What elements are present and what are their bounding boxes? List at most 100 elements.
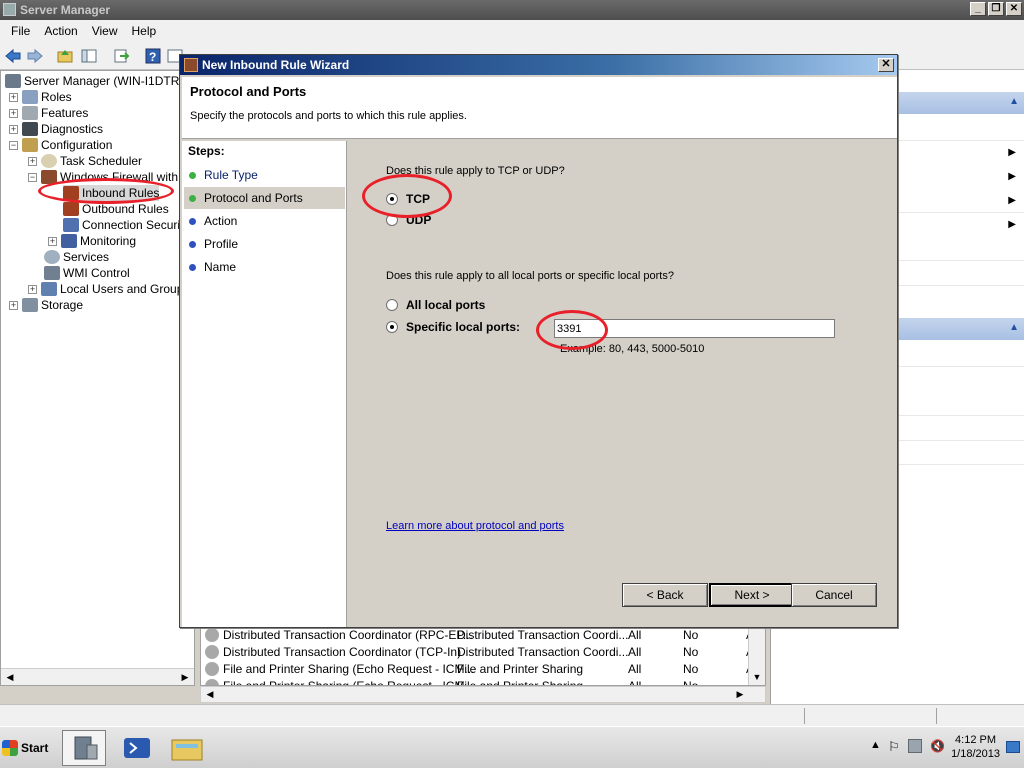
- restore-button[interactable]: ❐: [988, 2, 1004, 16]
- menu-file[interactable]: File: [4, 24, 37, 38]
- start-label: Start: [21, 741, 49, 755]
- next-button[interactable]: Next >: [709, 583, 795, 607]
- collapse-up-icon[interactable]: ▲: [1009, 322, 1019, 333]
- rule-profile: All: [628, 645, 642, 659]
- submenu-arrow-icon[interactable]: ▶: [1008, 195, 1016, 206]
- back-arrow-icon[interactable]: [4, 47, 22, 65]
- all-ports-label: All local ports: [406, 298, 486, 312]
- expand-icon[interactable]: +: [28, 284, 37, 294]
- action-center-flag-icon[interactable]: ⚐: [888, 739, 900, 755]
- outbound-rules-icon: [63, 202, 79, 216]
- tree-node-inbound-rules[interactable]: Inbound Rules: [63, 185, 160, 201]
- expand-icon[interactable]: +: [48, 236, 57, 246]
- collapse-icon[interactable]: −: [28, 172, 37, 182]
- specific-ports-radio[interactable]: [386, 321, 398, 333]
- scroll-right-icon[interactable]: ▶: [733, 688, 747, 700]
- help-icon[interactable]: ?: [144, 47, 162, 65]
- step-profile[interactable]: Profile: [184, 233, 345, 255]
- step-rule-type[interactable]: Rule Type: [184, 164, 345, 186]
- scroll-down-icon[interactable]: ▼: [750, 671, 764, 683]
- tree-node-diagnostics[interactable]: + Diagnostics: [9, 121, 103, 137]
- taskbar-explorer[interactable]: [166, 730, 210, 766]
- expand-icon[interactable]: +: [28, 156, 37, 166]
- diagnostics-icon: [22, 122, 38, 136]
- rule-enabled: No: [683, 662, 699, 676]
- tree-node-outbound-rules[interactable]: Outbound Rules: [63, 201, 169, 217]
- tree-node-services[interactable]: Services: [44, 249, 109, 265]
- start-button[interactable]: Start: [2, 734, 54, 762]
- tree-node-connection-security[interactable]: Connection Security: [63, 217, 189, 233]
- submenu-arrow-icon[interactable]: ▶: [1008, 219, 1016, 230]
- volume-muted-icon[interactable]: 🔇: [930, 739, 945, 753]
- submenu-arrow-icon[interactable]: ▶: [1008, 171, 1016, 182]
- clock[interactable]: 4:12 PM 1/18/2013: [951, 733, 1000, 761]
- close-button[interactable]: ✕: [1006, 2, 1022, 16]
- show-desktop-icon[interactable]: [1006, 741, 1020, 753]
- scroll-left-icon[interactable]: ◀: [3, 671, 17, 683]
- rule-disabled-icon: [205, 679, 219, 685]
- minimize-button[interactable]: _: [970, 2, 986, 16]
- rule-group: File and Printer Sharing: [457, 662, 584, 676]
- menu-view[interactable]: View: [85, 24, 125, 38]
- cancel-button[interactable]: Cancel: [791, 583, 877, 607]
- show-hide-tree-icon[interactable]: [80, 47, 98, 65]
- learn-more-link[interactable]: Learn more about protocol and ports: [386, 520, 564, 532]
- tree-node-local-users[interactable]: + Local Users and Groups: [28, 281, 189, 297]
- back-button[interactable]: < Back: [622, 583, 708, 607]
- tree-node-windows-firewall[interactable]: − Windows Firewall with A: [28, 169, 189, 185]
- list-vertical-scrollbar[interactable]: ▼: [748, 627, 765, 685]
- tree-node-roles[interactable]: + Roles: [9, 89, 72, 105]
- tree-node-features[interactable]: + Features: [9, 105, 88, 121]
- tree-label: Outbound Rules: [82, 202, 169, 216]
- expand-icon[interactable]: +: [9, 108, 18, 118]
- udp-radio-option[interactable]: UDP: [386, 213, 431, 227]
- rule-name: File and Printer Sharing (Echo Request -…: [223, 679, 475, 686]
- expand-icon[interactable]: +: [9, 300, 18, 310]
- specific-ports-radio-option[interactable]: Specific local ports:: [386, 320, 520, 334]
- tree-node-task-scheduler[interactable]: + Task Scheduler: [28, 153, 142, 169]
- step-pending-icon: [189, 218, 196, 225]
- tree-node-configuration[interactable]: − Configuration: [9, 137, 112, 153]
- tcp-radio-option[interactable]: TCP: [386, 192, 430, 206]
- expand-icon[interactable]: +: [9, 124, 18, 134]
- step-action[interactable]: Action: [184, 210, 345, 232]
- collapse-up-icon[interactable]: ▲: [1009, 96, 1019, 107]
- step-label: Name: [204, 260, 237, 274]
- export-list-icon[interactable]: [112, 47, 130, 65]
- specific-ports-input[interactable]: [554, 319, 835, 338]
- menu-action[interactable]: Action: [37, 24, 84, 38]
- menubar: File Action View Help: [0, 20, 1024, 42]
- tree-label: Storage: [41, 298, 84, 312]
- list-horizontal-scrollbar[interactable]: ◀ ▶: [200, 686, 766, 703]
- taskbar-server-manager[interactable]: [62, 730, 106, 766]
- show-hidden-icons-icon[interactable]: ▲: [870, 739, 881, 751]
- tree-node-server-manager[interactable]: Server Manager (WIN-I1DTROD: [5, 73, 194, 89]
- rule-group: Distributed Transaction Coordi...: [457, 628, 629, 642]
- forward-arrow-icon[interactable]: [26, 47, 44, 65]
- tcp-radio[interactable]: [386, 193, 398, 205]
- udp-radio[interactable]: [386, 214, 398, 226]
- tree-horizontal-scrollbar[interactable]: ◀ ▶: [1, 668, 194, 685]
- wizard-content: Does this rule apply to TCP or UDP? TCP …: [348, 141, 897, 627]
- wizard-close-button[interactable]: ✕: [878, 58, 894, 72]
- step-protocol-and-ports[interactable]: Protocol and Ports: [184, 187, 345, 209]
- rule-disabled-icon: [205, 645, 219, 659]
- taskbar-powershell[interactable]: [116, 730, 160, 766]
- submenu-arrow-icon[interactable]: ▶: [1008, 147, 1016, 158]
- all-ports-radio-option[interactable]: All local ports: [386, 298, 485, 312]
- tree-label: Features: [41, 106, 89, 120]
- tree-node-wmi-control[interactable]: WMI Control: [44, 265, 130, 281]
- rule-profile: All: [628, 662, 642, 676]
- menu-help[interactable]: Help: [125, 24, 164, 38]
- tree-node-storage[interactable]: + Storage: [9, 297, 83, 313]
- expand-icon[interactable]: +: [9, 92, 18, 102]
- collapse-icon[interactable]: −: [9, 140, 18, 150]
- protocol-question: Does this rule apply to TCP or UDP?: [386, 165, 565, 177]
- all-ports-radio[interactable]: [386, 299, 398, 311]
- network-icon[interactable]: [908, 739, 922, 753]
- up-folder-icon[interactable]: [56, 47, 74, 65]
- step-name[interactable]: Name: [184, 256, 345, 278]
- tree-node-monitoring[interactable]: + Monitoring: [48, 233, 136, 249]
- scroll-right-icon[interactable]: ▶: [178, 671, 192, 683]
- scroll-left-icon[interactable]: ◀: [203, 688, 217, 700]
